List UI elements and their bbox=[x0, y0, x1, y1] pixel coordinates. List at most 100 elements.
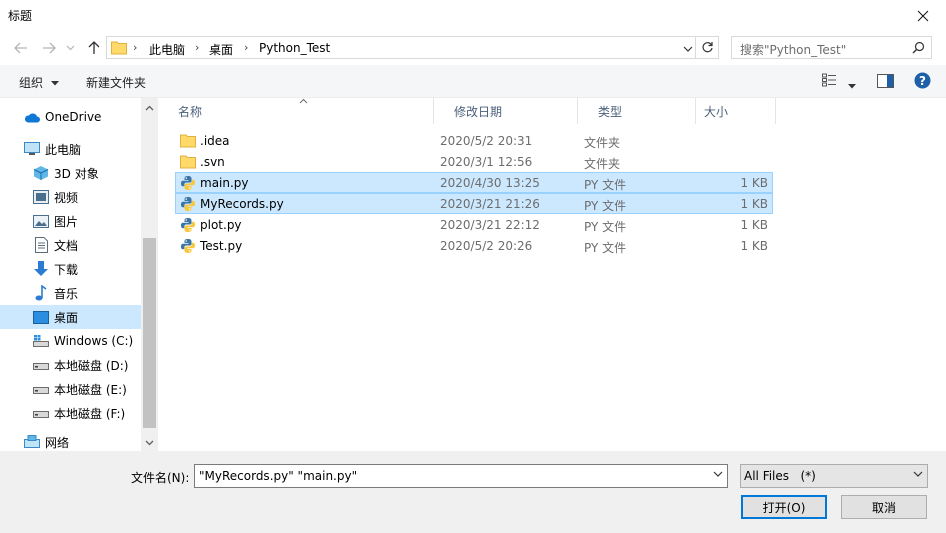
chevron-up-icon bbox=[145, 105, 154, 110]
sidebar-item-drive-d[interactable]: 本地磁盘 (D:) bbox=[0, 353, 141, 377]
video-icon bbox=[33, 189, 49, 205]
sidebar-item-onedrive[interactable]: OneDrive bbox=[0, 105, 141, 129]
scroll-down-arrow[interactable] bbox=[144, 437, 155, 448]
sidebar-item-label: 网络 bbox=[45, 435, 70, 450]
sidebar-item-label: Windows (C:) bbox=[54, 334, 134, 348]
refresh-icon bbox=[701, 42, 713, 53]
sidebar-item-drive-f[interactable]: 本地磁盘 (F:) bbox=[0, 401, 141, 425]
recent-locations-button[interactable] bbox=[64, 39, 76, 57]
drive-icon bbox=[33, 405, 49, 421]
file-name: Test.py bbox=[200, 239, 243, 253]
forward-button[interactable] bbox=[40, 39, 58, 57]
help-button[interactable]: ? bbox=[914, 72, 931, 92]
breadcrumb-desktop[interactable]: 桌面 bbox=[209, 41, 233, 58]
sort-ascending-icon bbox=[299, 98, 308, 104]
sidebar-item-this-pc[interactable]: 此电脑 bbox=[0, 137, 141, 161]
file-row[interactable]: MyRecords.py 2020/3/21 21:26 PY 文件 1 KB bbox=[175, 193, 773, 214]
organize-label: 组织 bbox=[19, 76, 44, 90]
file-type-select[interactable]: All Files (*) bbox=[740, 464, 928, 488]
file-date: 2020/3/21 22:12 bbox=[440, 218, 540, 232]
drive-icon bbox=[33, 357, 49, 373]
sidebar-item-music[interactable]: 音乐 bbox=[0, 281, 141, 305]
arrow-right-icon bbox=[43, 42, 56, 54]
sidebar-item-desktop[interactable]: 桌面 bbox=[0, 305, 141, 329]
column-header-name[interactable]: 名称 bbox=[158, 98, 434, 124]
arrow-left-icon bbox=[14, 42, 27, 54]
sidebar-item-drive-c[interactable]: Windows (C:) bbox=[0, 329, 141, 353]
chevron-down-icon bbox=[145, 440, 154, 445]
sidebar-item-label: 图片 bbox=[54, 214, 79, 229]
arrow-up-icon bbox=[88, 41, 100, 54]
sidebar-scrollbar[interactable] bbox=[141, 98, 158, 451]
file-size: 1 KB bbox=[740, 239, 768, 253]
sidebar-item-3d-objects[interactable]: 3D 对象 bbox=[0, 161, 141, 185]
preview-pane-button[interactable] bbox=[877, 74, 894, 91]
scrollbar-thumb[interactable] bbox=[143, 238, 156, 428]
close-button[interactable] bbox=[900, 0, 946, 31]
file-size: 1 KB bbox=[740, 176, 768, 190]
address-history-button[interactable] bbox=[683, 41, 693, 55]
sidebar-item-pictures[interactable]: 图片 bbox=[0, 209, 141, 233]
close-icon bbox=[917, 10, 929, 21]
chevron-down-icon bbox=[683, 46, 693, 52]
file-name: plot.py bbox=[200, 218, 242, 232]
organize-button[interactable]: 组织 bbox=[19, 74, 59, 91]
folder-icon bbox=[111, 41, 127, 55]
sidebar-item-label: 音乐 bbox=[54, 286, 79, 301]
picture-icon bbox=[33, 213, 49, 229]
file-name: .svn bbox=[200, 155, 225, 169]
python-file-icon bbox=[180, 238, 196, 254]
back-button[interactable] bbox=[12, 39, 30, 57]
filename-input[interactable]: "MyRecords.py" "main.py" bbox=[194, 464, 728, 488]
sidebar-item-downloads[interactable]: 下载 bbox=[0, 257, 141, 281]
breadcrumb-separator: › bbox=[133, 41, 138, 54]
chevron-down-icon bbox=[913, 471, 923, 477]
search-icon bbox=[912, 41, 925, 54]
file-row[interactable]: main.py 2020/4/30 13:25 PY 文件 1 KB bbox=[175, 172, 773, 193]
file-row[interactable]: .svn 2020/3/1 12:56 文件夹 bbox=[175, 151, 773, 172]
refresh-button[interactable] bbox=[696, 36, 719, 59]
file-type-value: All Files (*) bbox=[744, 469, 816, 483]
column-size-label: 大小 bbox=[704, 104, 729, 119]
search-input[interactable]: 搜索"Python_Test" bbox=[731, 36, 932, 59]
chevron-down-icon[interactable] bbox=[713, 471, 723, 477]
sidebar-item-videos[interactable]: 视频 bbox=[0, 185, 141, 209]
column-name-label: 名称 bbox=[178, 104, 203, 119]
file-row[interactable]: Test.py 2020/5/2 20:26 PY 文件 1 KB bbox=[175, 235, 773, 256]
file-date: 2020/5/2 20:31 bbox=[440, 134, 533, 148]
file-list: 名称 修改日期 类型 大小 .idea 2020/5/2 20:31 文件夹 .svn… bbox=[158, 98, 946, 451]
sidebar-item-label: 本地磁盘 (E:) bbox=[54, 382, 127, 397]
cloud-icon bbox=[24, 109, 40, 125]
column-header-date[interactable]: 修改日期 bbox=[434, 98, 578, 124]
sidebar-item-label: 本地磁盘 (F:) bbox=[54, 406, 126, 421]
view-options-button[interactable] bbox=[822, 73, 840, 90]
drive-icon bbox=[33, 381, 49, 397]
breadcrumb-this-pc[interactable]: 此电脑 bbox=[149, 41, 185, 58]
breadcrumb-separator: › bbox=[195, 41, 200, 54]
cancel-button[interactable]: 取消 bbox=[841, 495, 927, 519]
file-date: 2020/3/1 12:56 bbox=[440, 155, 533, 169]
up-button[interactable] bbox=[85, 39, 103, 57]
file-name: main.py bbox=[200, 176, 249, 190]
file-name: .idea bbox=[200, 134, 230, 148]
sidebar-item-label: 本地磁盘 (D:) bbox=[54, 358, 129, 373]
column-header-size[interactable]: 大小 bbox=[696, 98, 776, 124]
address-bar[interactable]: › 此电脑 › 桌面 › Python_Test bbox=[106, 36, 696, 59]
sidebar-item-drive-e[interactable]: 本地磁盘 (E:) bbox=[0, 377, 141, 401]
column-header-type[interactable]: 类型 bbox=[578, 98, 696, 124]
file-type: PY 文件 bbox=[584, 220, 627, 234]
desktop-icon bbox=[33, 309, 49, 325]
svg-text:?: ? bbox=[919, 74, 926, 88]
title-bar: 标题 bbox=[0, 0, 946, 31]
document-icon bbox=[33, 237, 49, 253]
file-row[interactable]: .idea 2020/5/2 20:31 文件夹 bbox=[175, 130, 773, 151]
open-button[interactable]: 打开(O) bbox=[741, 495, 827, 519]
new-folder-button[interactable]: 新建文件夹 bbox=[86, 74, 146, 91]
view-menu-button[interactable] bbox=[848, 78, 856, 92]
sidebar-item-network[interactable]: 网络 bbox=[0, 433, 141, 451]
preview-pane-icon bbox=[877, 74, 894, 88]
sidebar-item-documents[interactable]: 文档 bbox=[0, 233, 141, 257]
scroll-up-arrow[interactable] bbox=[144, 102, 155, 113]
breadcrumb-python-test[interactable]: Python_Test bbox=[259, 41, 330, 55]
file-row[interactable]: plot.py 2020/3/21 22:12 PY 文件 1 KB bbox=[175, 214, 773, 235]
